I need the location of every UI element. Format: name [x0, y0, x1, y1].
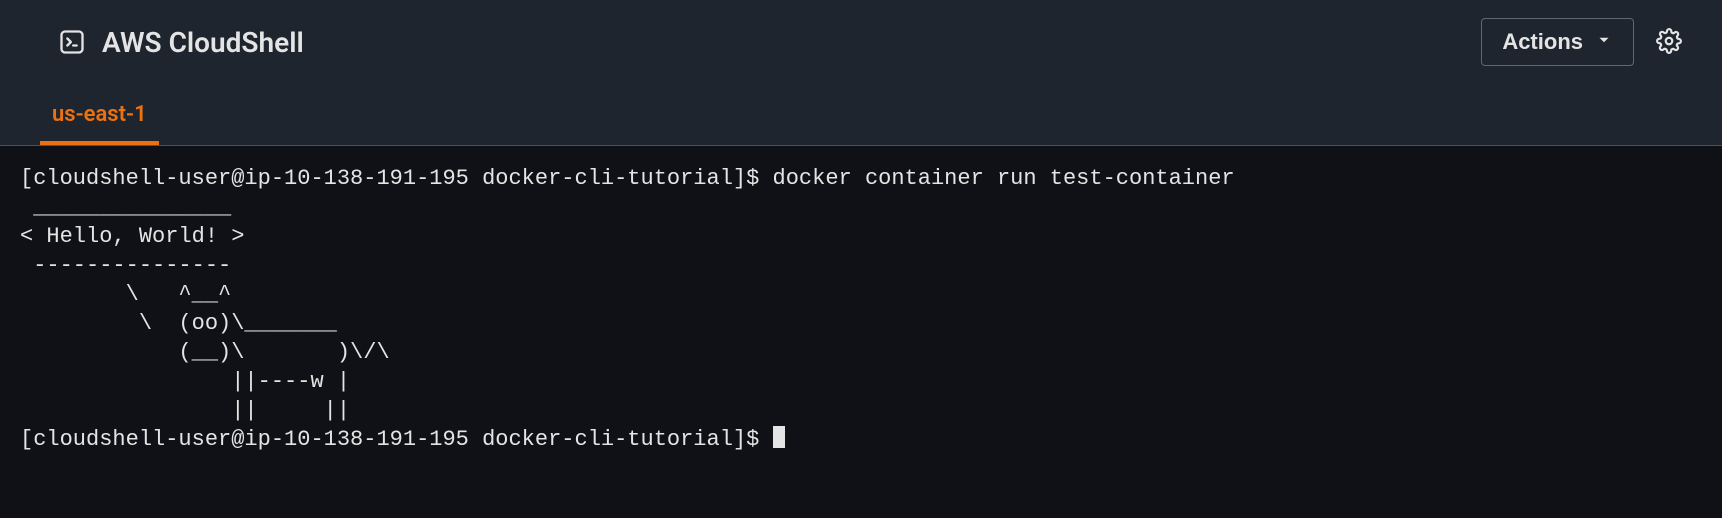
- actions-button-label: Actions: [1502, 29, 1583, 55]
- terminal-prompt: [cloudshell-user@ip-10-138-191-195 docke…: [20, 427, 773, 452]
- gear-icon: [1656, 28, 1682, 57]
- terminal-output: _______________ < Hello, World! > ------…: [20, 193, 1702, 425]
- caret-down-icon: [1595, 29, 1613, 55]
- terminal-command: docker container run test-container: [773, 166, 1235, 191]
- title-group: AWS CloudShell: [58, 26, 304, 59]
- page-title: AWS CloudShell: [102, 26, 304, 59]
- right-controls: Actions: [1481, 18, 1682, 66]
- cloudshell-icon: [58, 28, 86, 56]
- settings-button[interactable]: [1656, 28, 1682, 57]
- terminal[interactable]: [cloudshell-user@ip-10-138-191-195 docke…: [0, 146, 1722, 472]
- terminal-prompt: [cloudshell-user@ip-10-138-191-195 docke…: [20, 166, 773, 191]
- tabs: us-east-1: [0, 76, 1722, 146]
- header: AWS CloudShell Actions: [0, 0, 1722, 76]
- actions-button[interactable]: Actions: [1481, 18, 1634, 66]
- terminal-cursor: [773, 426, 785, 448]
- tab-region[interactable]: us-east-1: [40, 96, 159, 145]
